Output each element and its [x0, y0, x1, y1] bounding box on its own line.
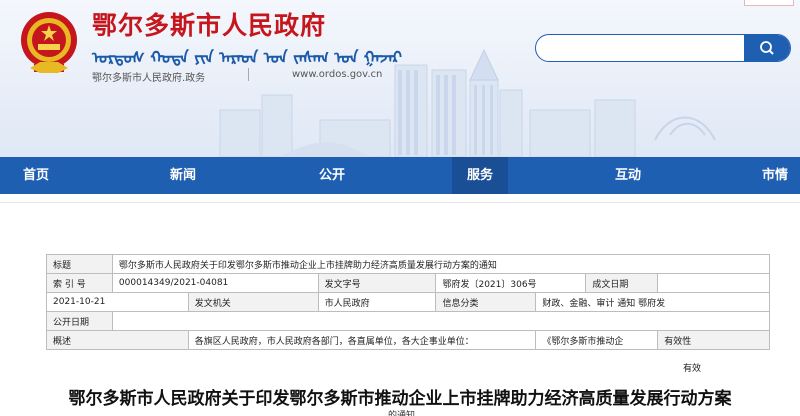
value-summary-2: 《鄂尔多斯市推动企 — [535, 330, 659, 350]
domain-cn-text: 鄂尔多斯市人民政府.政务 — [92, 73, 206, 84]
national-emblem-icon — [21, 12, 77, 73]
value-issuer: 市人民政府 — [317, 292, 437, 312]
nav-item-service[interactable]: 服务 — [452, 157, 508, 200]
mongolian-title: ᠣᠷᠳᠣᠰ ᠬᠣᠲᠠ ᠶᠢᠨ ᠠᠷᠠᠳ ᠤᠨ ᠵᠠᠰᠠᠭ ᠤᠨ ᠭᠠᠵᠠᠷ — [92, 48, 403, 67]
value-summary: 各旗区人民政府，市人民政府各部门，各直属单位，各大企事业单位： — [187, 330, 537, 350]
site-title[interactable]: 鄂尔多斯市人民政府 — [92, 6, 326, 42]
table-row: 2021-10-21 发文机关 市人民政府 信息分类 财政、金融、审计 通知 鄂… — [46, 292, 770, 312]
search-box — [535, 34, 791, 62]
value-written-date — [657, 273, 770, 293]
label-written-date: 成文日期 — [585, 273, 659, 293]
label-category: 信息分类 — [435, 292, 537, 312]
value-written-date-2: 2021-10-21 — [46, 292, 189, 312]
value-publish-date — [111, 311, 771, 331]
validity-value: 有效 — [683, 364, 702, 374]
top-corner-tab[interactable] — [744, 0, 794, 6]
nav-item-open[interactable]: 公开 — [306, 157, 358, 194]
document-title: 鄂尔多斯市人民政府关于印发鄂尔多斯市推动企业上市挂牌助力经济高质量发展行动方案 — [68, 389, 732, 409]
table-row: 概述 各旗区人民政府，市人民政府各部门，各直属单位，各大企事业单位： 《鄂尔多斯… — [46, 330, 770, 350]
page-root: 鄂尔多斯市人民政府 ᠣᠷᠳᠣᠰ ᠬᠣᠲᠠ ᠶᠢᠨ ᠠᠷᠠᠳ ᠤᠨ ᠵᠠᠰᠠᠭ ᠤ… — [0, 0, 800, 416]
nav-item-news[interactable]: 新闻 — [157, 157, 209, 194]
nav-item-city-info[interactable]: 市情 — [750, 157, 800, 194]
value-title: 鄂尔多斯市人民政府关于印发鄂尔多斯市推动企业上市挂牌助力经济高质量发展行动方案的… — [111, 254, 771, 274]
content-divider — [0, 202, 800, 203]
domain-divider — [248, 68, 249, 81]
document-title-continued: 的通知 — [388, 411, 416, 416]
nav-item-home[interactable]: 首页 — [10, 157, 62, 194]
table-row: 标题 鄂尔多斯市人民政府关于印发鄂尔多斯市推动企业上市挂牌助力经济高质量发展行动… — [46, 254, 771, 274]
table-row: 公开日期 — [46, 311, 771, 331]
search-icon — [760, 41, 774, 55]
label-index-no: 索 引 号 — [46, 273, 113, 293]
label-title: 标题 — [46, 254, 113, 274]
search-button[interactable] — [744, 35, 790, 61]
domain-en-text: www.ordos.gov.cn — [292, 69, 383, 80]
value-category: 财政、金融、审计 通知 鄂府发 — [535, 292, 770, 312]
value-index-no: 000014349/2021-04081 — [111, 273, 319, 293]
table-row: 索 引 号 000014349/2021-04081 发文字号 鄂府发〔2021… — [46, 273, 770, 293]
search-input[interactable] — [536, 35, 746, 61]
label-validity: 有效性 — [657, 330, 770, 350]
nav-item-interact[interactable]: 互动 — [602, 157, 654, 194]
value-doc-number: 鄂府发〔2021〕306号 — [435, 273, 587, 293]
site-header: 鄂尔多斯市人民政府 ᠣᠷᠳᠣᠰ ᠬᠣᠲᠠ ᠶᠢᠨ ᠠᠷᠠᠳ ᠤᠨ ᠵᠠᠰᠠᠭ ᠤ… — [0, 0, 800, 157]
label-issuer: 发文机关 — [187, 292, 319, 312]
main-nav: 首页 新闻 公开 服务 互动 市情 — [0, 157, 800, 200]
label-summary: 概述 — [46, 330, 189, 350]
label-publish-date: 公开日期 — [46, 311, 113, 331]
label-doc-number: 发文字号 — [317, 273, 437, 293]
document-info-table: 标题 鄂尔多斯市人民政府关于印发鄂尔多斯市推动企业上市挂牌助力经济高质量发展行动… — [46, 254, 771, 350]
